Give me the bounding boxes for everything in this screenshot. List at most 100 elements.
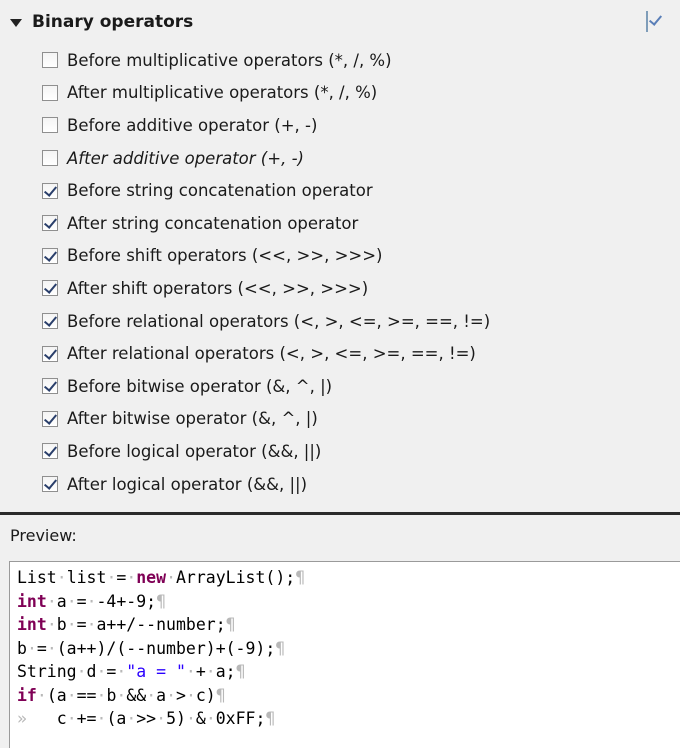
- whitespace-marker: ·: [96, 685, 107, 705]
- option-row[interactable]: After logical operator (&&, ||): [42, 468, 490, 501]
- option-row[interactable]: After relational operators (<, >, <=, >=…: [42, 337, 490, 370]
- code-token: (a: [46, 685, 67, 705]
- code-token: =: [76, 615, 87, 634]
- whitespace-marker: ·: [36, 685, 47, 705]
- option-checkbox[interactable]: [42, 247, 58, 264]
- preview-panel: List·list·=·new·ArrayList();¶ int·a·=·-4+…: [9, 561, 680, 748]
- option-checkbox[interactable]: [42, 313, 58, 330]
- option-row[interactable]: Before additive operator (+, -): [42, 109, 490, 142]
- code-token: &: [195, 709, 206, 728]
- whitespace-marker: ·: [86, 615, 97, 634]
- code-token: b: [56, 615, 67, 634]
- option-checkbox[interactable]: [42, 182, 58, 199]
- preview-label: Preview:: [10, 526, 77, 545]
- whitespace-marker: ·: [146, 685, 157, 705]
- code-preview: List·list·=·new·ArrayList();¶ int·a·=·-4+…: [17, 566, 305, 731]
- code-line: b·=·(a++)/(--number)+(-9);¶: [17, 637, 305, 661]
- option-row[interactable]: Before shift operators (<<, >>, >>>): [42, 240, 490, 273]
- option-row[interactable]: After multiplicative operators (*, /, %): [42, 77, 490, 110]
- whitespace-marker: ·: [126, 568, 137, 587]
- option-row[interactable]: Before bitwise operator (&, ^, |): [42, 370, 490, 403]
- code-token: +=: [76, 709, 97, 728]
- option-checkbox[interactable]: [42, 476, 58, 493]
- option-checkbox[interactable]: [42, 150, 58, 167]
- option-checkbox[interactable]: [42, 84, 58, 101]
- code-token: >>: [136, 709, 157, 728]
- option-row[interactable]: Before multiplicative operators (*, /, %…: [42, 44, 490, 77]
- code-line: List·list·=·new·ArrayList();¶: [17, 566, 305, 590]
- option-label: Before logical operator (&&, ||): [67, 441, 322, 461]
- select-all-checkbox[interactable]: [646, 11, 657, 32]
- whitespace-marker: ·: [66, 615, 77, 634]
- option-checkbox[interactable]: [42, 52, 58, 69]
- whitespace-marker: ·: [46, 615, 57, 634]
- code-token: (a: [106, 709, 127, 728]
- option-row[interactable]: After string concatenation operator: [42, 207, 490, 240]
- code-keyword: int: [17, 615, 47, 634]
- code-token: String: [17, 662, 77, 681]
- option-list: Before multiplicative operators (*, /, %…: [42, 44, 490, 500]
- whitespace-marker: ·: [205, 662, 216, 681]
- option-row[interactable]: Before relational operators (<, >, <=, >…: [42, 305, 490, 338]
- option-checkbox[interactable]: [42, 117, 58, 134]
- code-token: a;: [215, 662, 236, 681]
- whitespace-marker: ·: [116, 662, 127, 681]
- code-token: (a++)/(--number)+(-9);: [56, 638, 276, 658]
- whitespace-marker: ·: [126, 709, 137, 728]
- code-token: List: [17, 568, 57, 587]
- code-token: a: [56, 591, 67, 611]
- code-token: >: [176, 685, 186, 705]
- whitespace-marker: ¶: [156, 591, 167, 611]
- whitespace-marker: ·: [46, 638, 57, 658]
- option-label: After multiplicative operators (*, /, %): [67, 83, 378, 103]
- code-token: a: [156, 685, 167, 705]
- code-line: String·d·=·"a = "·+·a;¶: [17, 660, 305, 684]
- option-label: After string concatenation operator: [67, 213, 359, 233]
- code-token: &&: [126, 685, 147, 705]
- collapse-triangle-icon[interactable]: [10, 19, 22, 27]
- whitespace-marker: ·: [116, 685, 127, 705]
- whitespace-marker: ·: [185, 709, 196, 728]
- whitespace-marker: ·: [46, 591, 57, 611]
- option-checkbox[interactable]: [42, 280, 58, 297]
- option-label: Before relational operators (<, >, <=, >…: [67, 311, 491, 331]
- code-token: =: [76, 591, 87, 611]
- whitespace-marker: ¶: [265, 709, 276, 728]
- option-row[interactable]: Before string concatenation operator: [42, 174, 490, 207]
- whitespace-marker: ·: [66, 709, 77, 728]
- option-row[interactable]: After additive operator (+, -): [42, 142, 490, 175]
- option-checkbox[interactable]: [42, 443, 58, 460]
- option-label: Before shift operators (<<, >>, >>>): [67, 246, 383, 266]
- code-line: int·b·=·a++/--number;¶: [17, 613, 305, 637]
- whitespace-marker: ·: [76, 662, 87, 681]
- whitespace-marker: ·: [156, 709, 167, 728]
- option-label: After additive operator (+, -): [67, 148, 304, 168]
- code-token: 5): [166, 709, 186, 728]
- code-token: a++/--number;: [96, 615, 226, 634]
- section-title: Binary operators: [32, 12, 194, 32]
- option-row[interactable]: Before logical operator (&&, ||): [42, 435, 490, 468]
- binary-operators-section: Binary operators Before multiplicative o…: [0, 0, 680, 512]
- whitespace-marker: ¶: [295, 568, 306, 587]
- section-header[interactable]: Binary operators: [10, 8, 193, 36]
- option-label: Before multiplicative operators (*, /, %…: [67, 50, 392, 70]
- option-checkbox[interactable]: [42, 378, 58, 395]
- whitespace-marker: ·: [106, 568, 117, 587]
- code-token: +: [195, 662, 206, 681]
- code-token: c: [56, 709, 67, 728]
- option-checkbox[interactable]: [42, 410, 58, 427]
- code-token: =: [106, 662, 117, 681]
- whitespace-marker: ·: [86, 591, 97, 611]
- option-label: Before string concatenation operator: [67, 181, 373, 201]
- option-row[interactable]: After shift operators (<<, >>, >>>): [42, 272, 490, 305]
- code-token: list: [66, 568, 107, 587]
- code-token: -4+-9;: [96, 591, 157, 611]
- option-checkbox[interactable]: [42, 215, 58, 232]
- option-checkbox[interactable]: [42, 345, 58, 362]
- code-token: =: [116, 568, 127, 587]
- pane-divider[interactable]: [0, 512, 680, 515]
- whitespace-marker: ·: [166, 685, 176, 705]
- option-row[interactable]: After bitwise operator (&, ^, |): [42, 403, 490, 436]
- whitespace-marker: ·: [56, 568, 67, 587]
- code-token: c): [195, 685, 216, 705]
